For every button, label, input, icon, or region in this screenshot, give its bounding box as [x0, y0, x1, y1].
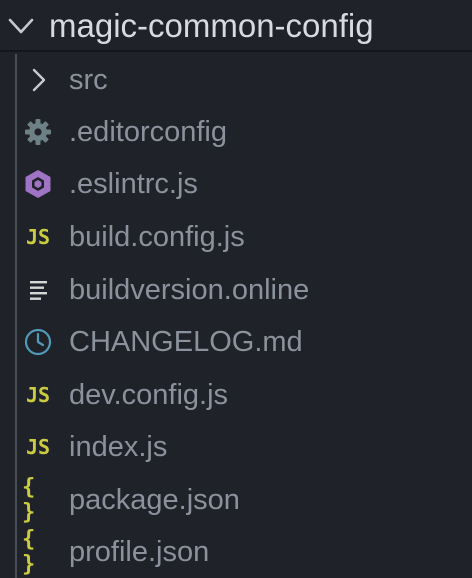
tree-item-src[interactable]: src — [0, 54, 472, 106]
tree-item-label: buildversion.online — [69, 274, 310, 306]
folder-header-magic-common-config[interactable]: magic-common-config — [0, 0, 472, 52]
gear-icon — [22, 116, 54, 148]
tree-item-editorconfig[interactable]: .editorconfig — [0, 106, 472, 158]
chevron-right-icon[interactable] — [22, 64, 54, 96]
javascript-icon: JS — [25, 435, 51, 459]
tree-item-eslintrc[interactable]: .eslintrc.js — [0, 158, 472, 210]
tree-item-label: build.config.js — [69, 221, 245, 253]
folder-title: magic-common-config — [49, 7, 374, 44]
tree-item-label: src — [69, 64, 108, 96]
tree-item-dev-config-js[interactable]: JS dev.config.js — [0, 369, 472, 421]
tree-item-package-json[interactable]: { } package.json — [0, 474, 472, 526]
tree-item-label: dev.config.js — [69, 379, 229, 411]
javascript-icon: JS — [25, 383, 51, 407]
javascript-icon: JS — [25, 225, 51, 249]
text-lines-icon — [22, 274, 54, 306]
tree-item-label: index.js — [69, 431, 168, 463]
tree-item-profile-json[interactable]: { } profile.json — [0, 526, 472, 578]
file-explorer: magic-common-config src .editorconfig .e… — [0, 0, 472, 578]
clock-icon — [22, 326, 54, 358]
eslint-icon — [22, 168, 54, 200]
json-icon: { } — [22, 475, 38, 525]
tree-item-label: .eslintrc.js — [69, 168, 198, 200]
tree-item-label: CHANGELOG.md — [69, 326, 303, 358]
json-icon: { } — [22, 527, 38, 577]
chevron-down-icon[interactable] — [6, 13, 36, 39]
tree-item-label: .editorconfig — [69, 116, 227, 148]
tree-item-label: package.json — [69, 484, 240, 516]
tree-item-build-config-js[interactable]: JS build.config.js — [0, 211, 472, 263]
tree-item-buildversion-online[interactable]: buildversion.online — [0, 264, 472, 316]
tree-item-label: profile.json — [69, 536, 210, 568]
tree-item-index-js[interactable]: JS index.js — [0, 421, 472, 473]
tree-item-changelog-md[interactable]: CHANGELOG.md — [0, 316, 472, 368]
